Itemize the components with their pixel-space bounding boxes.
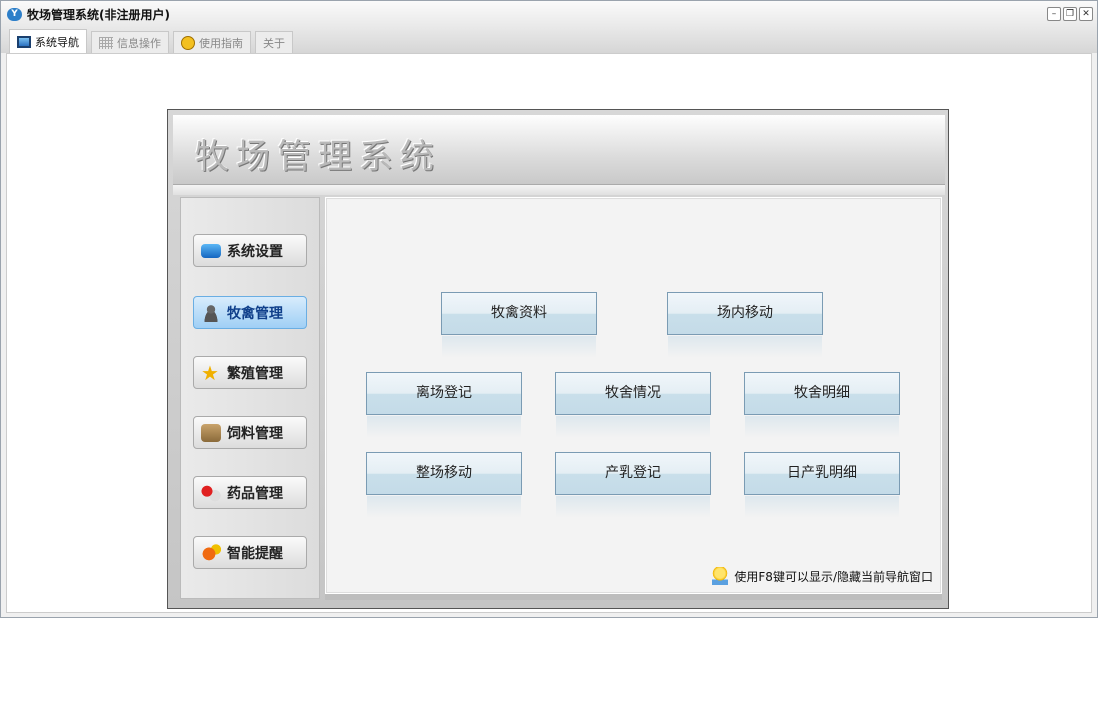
user-icon (201, 303, 221, 322)
departure-register-button[interactable]: 离场登记 (366, 372, 522, 438)
tab-bar: 系统导航 信息操作 使用指南 关于 (1, 28, 1097, 53)
star-icon: ★ (201, 360, 219, 385)
lightbulb-icon (712, 567, 729, 585)
sidebar: 系统设置 牧禽管理 ★ 繁殖管理 饲料管理 药品管理 智能提醒 (180, 197, 320, 599)
alert-icon (201, 543, 221, 562)
livestock-info-button[interactable]: 牧禽资料 (441, 292, 597, 358)
monitor-icon (17, 35, 31, 48)
banner-title: 牧场管理系统 (195, 137, 441, 177)
sidebar-item-feed[interactable]: 饲料管理 (193, 416, 307, 449)
banner: 牧场管理系统 (173, 115, 945, 185)
tab-label: 信息操作 (117, 36, 161, 50)
barn-detail-button[interactable]: 牧舍明细 (744, 372, 900, 438)
tab-label: 使用指南 (199, 36, 243, 50)
tab-system-nav[interactable]: 系统导航 (9, 29, 87, 53)
help-icon (181, 35, 195, 50)
app-logo-icon: Y (7, 8, 22, 21)
tab-guide[interactable]: 使用指南 (173, 31, 251, 53)
tab-label: 系统导航 (35, 35, 79, 49)
sidebar-item-label: 饲料管理 (227, 425, 283, 442)
farm-move-button[interactable]: 整场移动 (366, 452, 522, 518)
sidebar-item-label: 牧禽管理 (227, 305, 283, 322)
navigation-panel: 牧场管理系统 系统设置 牧禽管理 ★ 繁殖管理 饲料管理 药品管理 智能提醒 牧禽… (167, 109, 949, 609)
tab-label: 关于 (263, 36, 285, 50)
restore-button[interactable]: ❐ (1063, 7, 1077, 21)
monitor-icon (201, 243, 221, 258)
barn-status-button[interactable]: 牧舍情况 (555, 372, 711, 438)
sidebar-item-system-settings[interactable]: 系统设置 (193, 234, 307, 267)
minimize-button[interactable]: – (1047, 7, 1061, 21)
sidebar-item-label: 智能提醒 (227, 545, 283, 562)
divider (173, 185, 945, 195)
tab-info-ops[interactable]: 信息操作 (91, 31, 169, 53)
title-bar: Y 牧场管理系统(非注册用户) – ❐ ✕ (1, 1, 1097, 28)
sidebar-item-livestock[interactable]: 牧禽管理 (193, 296, 307, 329)
internal-move-button[interactable]: 场内移动 (667, 292, 823, 358)
pill-icon (201, 483, 221, 502)
sidebar-item-label: 药品管理 (227, 485, 283, 502)
daily-milk-detail-button[interactable]: 日产乳明细 (744, 452, 900, 518)
box-icon (201, 423, 221, 442)
grid-icon (99, 36, 113, 49)
tab-about[interactable]: 关于 (255, 31, 293, 53)
sidebar-item-label: 繁殖管理 (227, 365, 283, 382)
sidebar-item-breeding[interactable]: ★ 繁殖管理 (193, 356, 307, 389)
sidebar-item-medicine[interactable]: 药品管理 (193, 476, 307, 509)
hint: 使用F8键可以显示/隐藏当前导航窗口 (712, 567, 933, 585)
window-title: 牧场管理系统(非注册用户) (27, 8, 170, 22)
milk-register-button[interactable]: 产乳登记 (555, 452, 711, 518)
sidebar-item-label: 系统设置 (227, 243, 283, 260)
function-area: 牧禽资料 场内移动 离场登记 牧舍情况 牧舍明细 整场移动 产乳登记 日产乳明细… (325, 197, 942, 594)
divider (325, 594, 942, 600)
sidebar-item-reminder[interactable]: 智能提醒 (193, 536, 307, 569)
close-button[interactable]: ✕ (1079, 7, 1093, 21)
hint-text: 使用F8键可以显示/隐藏当前导航窗口 (734, 569, 933, 584)
